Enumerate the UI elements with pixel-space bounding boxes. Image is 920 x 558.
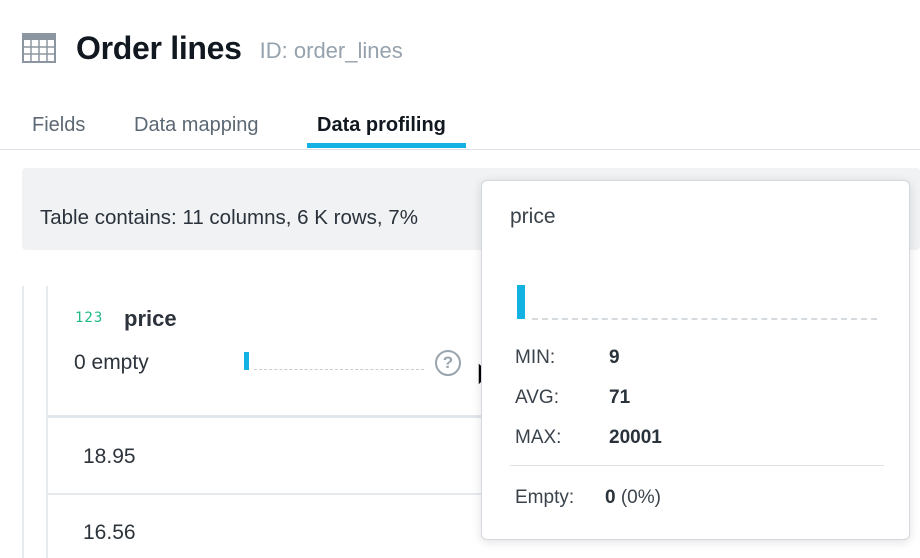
stat-max-value: 20001 (609, 427, 662, 448)
page-header: Order lines ID: order_lines (22, 26, 403, 70)
table-grid-icon (22, 33, 56, 63)
tab-fields[interactable]: Fields (22, 114, 95, 147)
popover-title: price (510, 205, 556, 228)
column-header-price: 123 price 0 empty ? (48, 286, 498, 418)
table-summary-text: Table contains: 11 columns, 6 K rows, 7% (40, 206, 418, 229)
distribution-bar (517, 285, 525, 319)
stat-max-label: MAX: (515, 427, 562, 448)
table-row: 18.95 (48, 421, 494, 495)
page-title: Order lines (76, 29, 242, 66)
empty-count: 0 (605, 487, 616, 508)
cell-value: 18.95 (83, 445, 136, 468)
stat-min-value: 9 (609, 347, 620, 368)
tab-data-mapping[interactable]: Data mapping (124, 114, 269, 147)
empty-label: Empty: (515, 487, 575, 508)
empty-value: 0 (0%) (605, 487, 661, 509)
column-name: price (124, 306, 177, 331)
distribution-mini-bar (244, 352, 249, 370)
popover-divider (510, 465, 884, 466)
column-stats-popover: price MIN: 9 AVG: 71 MAX: 20001 Empty: 0… (481, 180, 910, 540)
empty-count-text: 0 empty (74, 351, 149, 374)
help-icon[interactable]: ? (435, 350, 461, 376)
stat-avg-value: 71 (609, 387, 631, 408)
stat-avg-label: AVG: (515, 387, 559, 408)
table-row: 16.56 (48, 497, 494, 558)
empty-percent: (0%) (620, 487, 661, 508)
profiling-table: 123 price 0 empty ? 18.95 16.56 (22, 286, 498, 558)
stat-min-label: MIN: (515, 347, 556, 368)
active-tab-indicator (307, 143, 466, 148)
numeric-type-icon: 123 (75, 310, 104, 326)
cell-value: 16.56 (83, 521, 136, 544)
distribution-baseline (532, 318, 877, 320)
distribution-baseline (254, 369, 424, 370)
dataset-id: ID: order_lines (259, 38, 403, 63)
